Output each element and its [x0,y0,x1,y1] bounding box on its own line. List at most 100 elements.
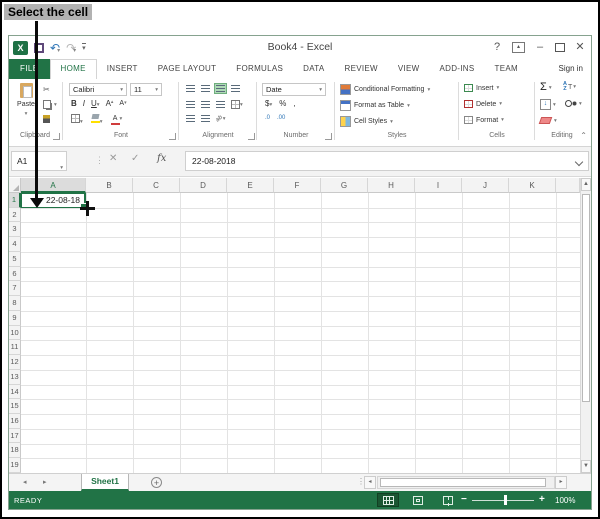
number-dialog-launcher[interactable] [325,133,332,140]
column-header-h[interactable]: H [368,178,415,193]
row-header-11[interactable]: 11 [9,340,21,356]
bold-button[interactable]: B [71,99,77,108]
center-button[interactable] [199,99,212,110]
expand-formula-bar-icon[interactable] [574,157,584,167]
decrease-indent-button[interactable] [184,113,197,124]
tab-data[interactable]: DATA [293,59,334,79]
tab-file[interactable]: FILE [9,59,50,79]
row-header-9[interactable]: 9 [9,310,21,326]
column-header-a[interactable]: A [21,178,86,193]
sheet-nav-left-icon[interactable]: ◂ [23,478,27,486]
align-left-button[interactable] [184,99,197,110]
font-size-combo[interactable]: 11 ▾ [130,83,162,96]
fill-color-button[interactable]: ▾ [90,114,103,125]
number-format-combo[interactable]: Date ▾ [262,83,326,96]
row-header-15[interactable]: 15 [9,399,21,415]
merge-center-button[interactable]: ▾ [229,98,245,111]
find-dropdown-icon[interactable]: ▾ [579,101,582,107]
zoom-slider-track[interactable] [472,500,534,501]
wrap-text-button[interactable] [229,83,242,94]
name-box-dropdown-icon[interactable]: ▾ [60,159,63,177]
merge-dropdown-icon[interactable]: ▾ [240,102,243,108]
bottom-align-button[interactable] [214,83,227,94]
sheet-tab-sheet1[interactable]: Sheet1 [81,474,129,491]
insert-button[interactable]: Insert ▾ [464,84,499,92]
formula-bar-splitter[interactable]: ⋮ [95,155,104,166]
comma-button[interactable]: , [293,99,295,108]
insert-dropdown-icon[interactable]: ▾ [497,85,500,91]
tab-review[interactable]: REVIEW [335,59,388,79]
zoom-level[interactable]: 100% [555,496,575,505]
insert-function-button[interactable]: fx [157,153,166,164]
number-format-dropdown-icon[interactable]: ▾ [319,87,322,93]
zoom-out-button[interactable]: − [461,494,467,505]
row-header-14[interactable]: 14 [9,384,21,400]
font-dialog-launcher[interactable] [169,133,176,140]
hscroll-right-icon[interactable]: ▸ [555,476,567,489]
sheet-nav-right-icon[interactable]: ▸ [43,478,47,486]
font-color-dropdown-icon[interactable]: ▾ [120,116,123,122]
column-header-f[interactable]: F [274,178,321,193]
clear-dropdown-icon[interactable]: ▾ [554,118,557,124]
scroll-down-icon[interactable]: ▼ [581,460,591,473]
column-header-partial[interactable] [556,178,580,193]
normal-view-button[interactable] [377,493,399,507]
tab-formulas[interactable]: FORMULAS [226,59,293,79]
cut-button[interactable]: ✂ [43,85,50,94]
find-select-button[interactable]: ▾ [565,100,582,107]
name-box[interactable]: A1 ▾ [11,151,67,171]
format-painter-button[interactable] [43,115,50,123]
grid-body[interactable]: 22-08-18 [21,193,580,473]
format-dropdown-icon[interactable]: ▾ [501,117,504,123]
new-sheet-icon[interactable]: + [151,477,162,488]
row-header-8[interactable]: 8 [9,296,21,311]
enter-button[interactable]: ✓ [131,153,139,164]
accounting-button[interactable]: $▾ [265,99,272,108]
row-header-7[interactable]: 7 [9,281,21,297]
autosum-dropdown-icon[interactable]: ▾ [549,85,552,91]
collapse-ribbon-icon[interactable]: ⌃ [580,131,587,140]
grow-font-button[interactable]: A▴ [106,99,114,108]
decrease-decimal-button[interactable]: .00 [277,115,285,121]
accounting-dropdown-icon[interactable]: ▾ [269,102,272,108]
hscroll-left-icon[interactable]: ◂ [364,476,376,489]
column-header-e[interactable]: E [227,178,274,193]
tab-team[interactable]: TEAM [485,59,528,79]
border-button[interactable]: ▾ [71,114,83,125]
shrink-font-button[interactable]: A▾ [119,100,126,107]
redo-button[interactable]: ↷▾ [66,39,76,57]
undo-button[interactable]: ↶▾ [50,39,60,57]
row-header-13[interactable]: 13 [9,369,21,385]
cell-styles-dropdown-icon[interactable]: ▾ [390,119,393,125]
alignment-dialog-launcher[interactable] [248,133,255,140]
sort-filter-button[interactable]: AZ T ▾ [563,81,576,92]
align-right-button[interactable] [214,99,227,110]
italic-button[interactable]: I [83,99,85,108]
tab-add-ins[interactable]: ADD-INS [430,59,485,79]
column-header-g[interactable]: G [321,178,368,193]
column-header-k[interactable]: K [509,178,556,193]
zoom-in-button[interactable]: + [539,494,545,505]
row-header-1[interactable]: 1 [9,193,21,208]
vertical-scrollbar[interactable]: ▲ ▼ [580,178,591,473]
cancel-button[interactable]: ✕ [109,153,117,164]
close-button[interactable]: ✕ [572,36,588,59]
format-button[interactable]: Format ▾ [464,116,504,124]
percent-button[interactable]: % [279,99,286,108]
sign-in[interactable]: Sign in [559,59,591,79]
column-header-b[interactable]: B [86,178,133,193]
border-dropdown-icon[interactable]: ▾ [80,119,83,125]
font-name-combo[interactable]: Calibri ▾ [69,83,127,96]
conditional-formatting-dropdown-icon[interactable]: ▾ [427,87,430,93]
horizontal-scroll-thumb[interactable] [380,478,546,487]
ribbon-display-options-icon[interactable]: ▴ [512,42,525,53]
cell-styles-button[interactable]: Cell Styles ▾ [340,116,393,127]
row-header-17[interactable]: 17 [9,428,21,444]
redo-dropdown-icon[interactable]: ▾ [73,48,76,54]
horizontal-scrollbar[interactable] [377,476,555,489]
tab-view[interactable]: VIEW [388,59,430,79]
delete-button[interactable]: Delete ▾ [464,100,502,108]
row-header-16[interactable]: 16 [9,414,21,429]
fill-button[interactable]: ↓ ▾ [540,99,556,110]
row-header-19[interactable]: 19 [9,458,21,473]
